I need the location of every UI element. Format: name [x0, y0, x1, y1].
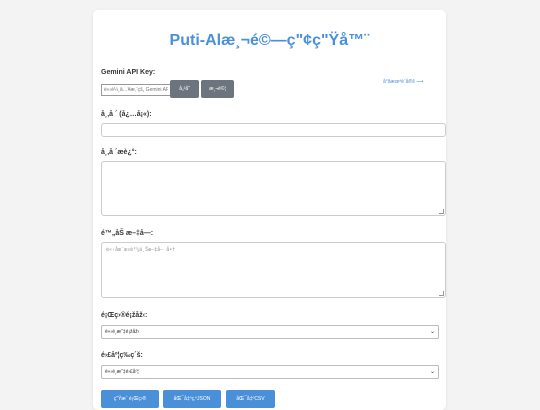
field1-label: å¸‚å ´ (å¿…å¡«): [101, 111, 152, 118]
chevron-down-icon: ⌄ [429, 369, 435, 375]
export-json-button[interactable]: åŒ¯å‡ºç‚ºJSON [163, 390, 221, 408]
main-card: Puti-Alæ¸¬é©—ç"¢ç"Ÿå™¨ Gemini API Key: å… [93, 10, 446, 410]
field3-textarea[interactable]: è«‹åœ¨æ­¤è²¼ä¸Šæ–‡å­— å•† [101, 242, 446, 298]
api-status-text: å°šæœªè¨­å®š ⟶ [383, 79, 424, 85]
difficulty-select[interactable]: è«‹é¸æ“‡é›£åº¦ ⌄ [101, 365, 439, 379]
api-key-input[interactable] [101, 84, 171, 96]
type-select[interactable]: è«‹é¸æ“‡é¡žåž‹ ⌄ [101, 325, 439, 339]
chevron-down-icon: ⌄ [429, 329, 435, 335]
field3-label: é™„åŠ æ–‡å­—: [101, 230, 154, 237]
field3-placeholder: è«‹åœ¨æ­¤è²¼ä¸Šæ–‡å­— å•† [106, 247, 176, 253]
type-select-value: è«‹é¸æ“‡é¡žåž‹ [105, 329, 140, 335]
field1-input[interactable] [101, 123, 446, 137]
difficulty-select-value: è«‹é¸æ“‡é›£åº¦ [105, 369, 139, 375]
resize-grip-icon[interactable] [439, 291, 444, 296]
field2-label: å¸‚å ´æè¿°: [101, 149, 137, 156]
generate-button[interactable]: ç"Ÿæˆ é¡Œç›® [101, 390, 159, 408]
test-key-button[interactable]: æ¸¬è©¦ [201, 80, 234, 98]
select2-label: é›£åº¦ç­‰ç´š: [101, 352, 143, 359]
save-key-button[interactable]: å„²å­˜ [170, 80, 199, 98]
page-title: Puti-Alæ¸¬é©—ç"¢ç"Ÿå™¨ [169, 32, 370, 49]
resize-grip-icon[interactable] [439, 209, 444, 214]
select1-label: é¡Œç›®é¡žåž‹: [101, 312, 148, 319]
api-key-label: Gemini API Key: [101, 69, 156, 76]
field2-textarea[interactable] [101, 161, 446, 216]
export-csv-button[interactable]: åŒ¯å‡ºCSV [226, 390, 275, 408]
